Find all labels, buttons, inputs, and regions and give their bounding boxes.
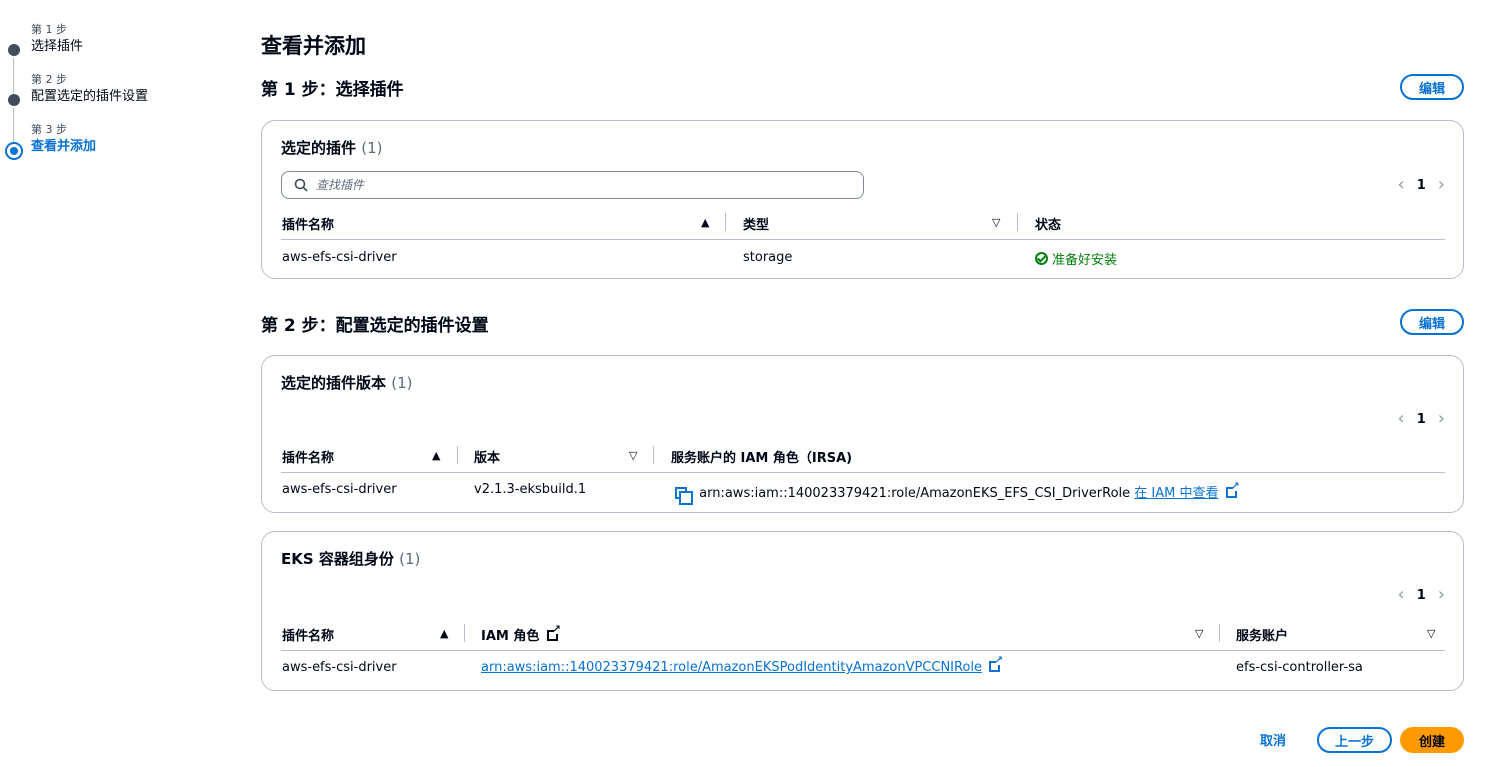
column-header-addon-name[interactable]: 插件名称 bbox=[282, 214, 334, 233]
column-header-iam-role[interactable]: IAM 角色 bbox=[481, 624, 561, 644]
addon-name-cell: aws-efs-csi-driver bbox=[282, 250, 397, 265]
step-3-number: 第 3 步 bbox=[31, 123, 67, 136]
search-input[interactable] bbox=[316, 178, 816, 192]
external-link-icon[interactable] bbox=[989, 655, 1003, 672]
step-1-title[interactable]: 选择插件 bbox=[31, 38, 220, 56]
column-divider bbox=[457, 446, 458, 464]
page-title: 查看并添加 bbox=[261, 34, 366, 58]
sort-ascending-icon[interactable]: ▲ bbox=[440, 627, 448, 640]
table-header-divider bbox=[281, 650, 1445, 651]
step-1[interactable]: 第 1 步 选择插件 bbox=[0, 18, 220, 94]
step-2-title[interactable]: 配置选定的插件设置 bbox=[31, 88, 220, 106]
step-3: 第 3 步 查看并添加 bbox=[0, 118, 220, 168]
step-1-heading: 第 1 步：选择插件 bbox=[261, 80, 404, 100]
table-header-divider bbox=[281, 239, 1445, 240]
create-button[interactable]: 创建 bbox=[1400, 727, 1464, 753]
sort-descending-icon[interactable]: ▽ bbox=[1195, 627, 1203, 640]
sort-descending-icon[interactable]: ▽ bbox=[992, 216, 1000, 229]
service-account-cell: efs-csi-controller-sa bbox=[1236, 660, 1363, 675]
column-header-addon-name[interactable]: 插件名称 bbox=[282, 447, 334, 466]
step-2-heading: 第 2 步：配置选定的插件设置 bbox=[261, 316, 489, 336]
step-1-dot-icon bbox=[8, 44, 20, 56]
selected-addons-card: 选定的插件 (1) ‹ 1 › 插件名称 ▲ 类型 ▽ 状态 aws-efs-c… bbox=[261, 120, 1464, 279]
check-circle-icon bbox=[1035, 252, 1048, 265]
pod-identity-card: EKS 容器组身份 (1) ‹ 1 › 插件名称 ▲ IAM 角色 ▽ 服务账户… bbox=[261, 531, 1464, 691]
selected-addons-title: 选定的插件 (1) bbox=[281, 137, 383, 158]
iam-role-link[interactable]: arn:aws:iam::140023379421:role/AmazonEKS… bbox=[481, 660, 982, 675]
pagination: ‹ 1 › bbox=[1398, 586, 1445, 604]
table-header-divider bbox=[281, 472, 1445, 473]
search-icon bbox=[294, 178, 308, 192]
column-header-addon-name[interactable]: 插件名称 bbox=[282, 625, 334, 644]
pagination: ‹ 1 › bbox=[1398, 176, 1445, 194]
addon-versions-card: 选定的插件版本 (1) ‹ 1 › 插件名称 ▲ 版本 ▽ 服务账户的 IAM … bbox=[261, 355, 1464, 513]
page-number[interactable]: 1 bbox=[1417, 412, 1426, 427]
sort-descending-icon[interactable]: ▽ bbox=[629, 449, 637, 462]
edit-step-2-button[interactable]: 编辑 bbox=[1400, 309, 1464, 335]
column-header-irsa-role[interactable]: 服务账户的 IAM 角色（IRSA) bbox=[671, 447, 852, 466]
step-2[interactable]: 第 2 步 配置选定的插件设置 bbox=[0, 68, 220, 144]
step-3-current-icon bbox=[5, 142, 23, 160]
column-divider bbox=[653, 446, 654, 464]
column-header-type[interactable]: 类型 bbox=[743, 214, 769, 233]
chevron-right-icon[interactable]: › bbox=[1438, 410, 1445, 428]
page-number[interactable]: 1 bbox=[1417, 178, 1426, 193]
external-link-icon[interactable] bbox=[1225, 481, 1240, 498]
chevron-left-icon[interactable]: ‹ bbox=[1398, 586, 1405, 604]
role-arn-text: arn:aws:iam::140023379421:role/AmazonEKS… bbox=[699, 486, 1131, 501]
column-divider bbox=[1017, 213, 1018, 231]
addon-version-cell: v2.1.3-eksbuild.1 bbox=[474, 482, 587, 497]
chevron-left-icon[interactable]: ‹ bbox=[1398, 176, 1405, 194]
card-title-text: EKS 容器组身份 bbox=[281, 550, 394, 568]
step-2-dot-icon bbox=[8, 94, 20, 106]
addon-name-cell: aws-efs-csi-driver bbox=[282, 660, 397, 675]
addon-type-cell: storage bbox=[743, 250, 793, 265]
addon-name-cell: aws-efs-csi-driver bbox=[282, 482, 397, 497]
card-title-text: 选定的插件版本 bbox=[281, 374, 387, 392]
sort-ascending-icon[interactable]: ▲ bbox=[432, 449, 440, 462]
chevron-right-icon[interactable]: › bbox=[1438, 586, 1445, 604]
step-2-number: 第 2 步 bbox=[31, 73, 67, 86]
wizard-stepper: 第 1 步 选择插件 第 2 步 配置选定的插件设置 第 3 步 查看并添加 bbox=[0, 18, 220, 168]
column-header-version[interactable]: 版本 bbox=[474, 447, 500, 466]
edit-step-1-button[interactable]: 编辑 bbox=[1400, 74, 1464, 100]
column-divider bbox=[1219, 624, 1220, 642]
copy-icon[interactable] bbox=[675, 487, 693, 505]
iam-role-header-text: IAM 角色 bbox=[481, 629, 540, 644]
sort-descending-icon[interactable]: ▽ bbox=[1427, 627, 1435, 640]
pagination: ‹ 1 › bbox=[1398, 410, 1445, 428]
chevron-left-icon[interactable]: ‹ bbox=[1398, 410, 1405, 428]
column-divider bbox=[464, 624, 465, 642]
pod-identity-title: EKS 容器组身份 (1) bbox=[281, 548, 420, 569]
sort-ascending-icon[interactable]: ▲ bbox=[701, 216, 709, 229]
card-count: (1) bbox=[399, 550, 421, 568]
external-link-icon bbox=[546, 624, 561, 641]
column-divider bbox=[725, 213, 726, 231]
chevron-right-icon[interactable]: › bbox=[1438, 176, 1445, 194]
column-header-status[interactable]: 状态 bbox=[1035, 214, 1061, 233]
cancel-button[interactable]: 取消 bbox=[1260, 730, 1286, 749]
view-in-iam-link[interactable]: 在 IAM 中查看 bbox=[1134, 486, 1218, 501]
irsa-role-cell: arn:aws:iam::140023379421:role/AmazonEKS… bbox=[675, 481, 1240, 505]
column-header-service-account[interactable]: 服务账户 bbox=[1236, 625, 1288, 644]
status-badge: 准备好安装 bbox=[1035, 249, 1117, 268]
page-number[interactable]: 1 bbox=[1417, 588, 1426, 603]
addon-versions-title: 选定的插件版本 (1) bbox=[281, 372, 413, 393]
card-title-text: 选定的插件 bbox=[281, 139, 357, 157]
search-field[interactable] bbox=[281, 171, 864, 199]
status-text: 准备好安装 bbox=[1052, 253, 1118, 268]
previous-button[interactable]: 上一步 bbox=[1317, 727, 1392, 753]
step-3-title: 查看并添加 bbox=[31, 139, 97, 154]
card-count: (1) bbox=[361, 139, 383, 157]
step-1-number: 第 1 步 bbox=[31, 23, 67, 36]
iam-role-cell: arn:aws:iam::140023379421:role/AmazonEKS… bbox=[481, 655, 1003, 675]
card-count: (1) bbox=[391, 374, 413, 392]
